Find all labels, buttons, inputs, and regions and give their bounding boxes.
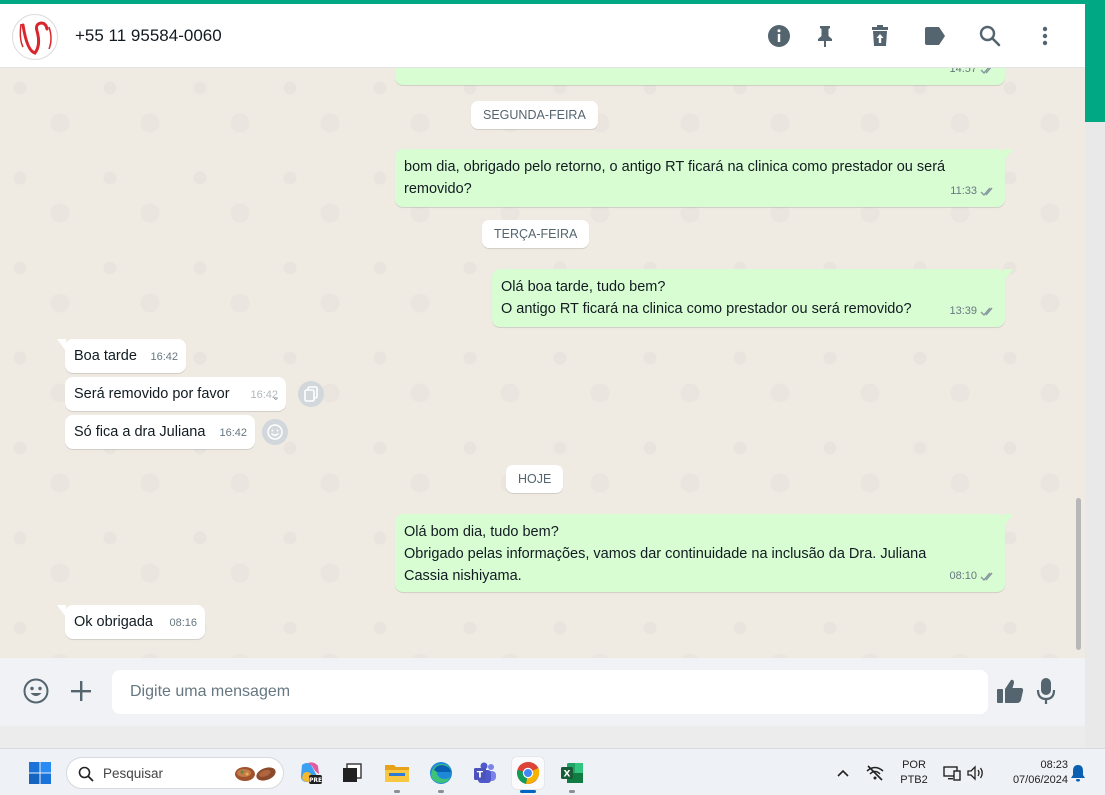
contact-avatar[interactable] xyxy=(12,14,58,60)
message-time: 08:16 xyxy=(169,617,197,629)
message-bubble[interactable]: Ok obrigada 08:16 xyxy=(57,605,205,639)
more-vert-icon[interactable] xyxy=(1031,22,1059,50)
svg-text:PRE: PRE xyxy=(309,777,322,784)
volume-icon[interactable] xyxy=(962,757,990,789)
message-bubble[interactable]: Boa tarde 16:42 xyxy=(57,339,186,373)
message-time: 16:42 xyxy=(150,351,178,363)
search-icon xyxy=(78,766,94,782)
windows-start-icon[interactable] xyxy=(24,757,56,789)
search-icon[interactable] xyxy=(976,22,1004,50)
chat-scrollbar[interactable] xyxy=(1076,498,1081,650)
message-input[interactable] xyxy=(112,670,988,714)
taskbar-search[interactable]: Pesquisar xyxy=(66,757,284,789)
day-separator: SEGUNDA-FEIRA xyxy=(471,101,598,129)
read-ticks-icon xyxy=(980,187,993,196)
notification-bell-icon[interactable] xyxy=(1066,757,1090,789)
message-text: Será removido por favor xyxy=(74,386,230,402)
message-bubble[interactable]: Olá bom dia, tudo bem? Obrigado pelas in… xyxy=(395,514,1013,592)
chat-messages-area[interactable]: 14:57 SEGUNDA-FEIRA bom dia, obrigado pe… xyxy=(0,68,1085,658)
mic-icon[interactable] xyxy=(1031,676,1061,706)
message-time: 16:42 xyxy=(219,427,247,439)
window-right-accent xyxy=(1085,4,1105,122)
read-ticks-icon xyxy=(980,307,993,316)
plus-icon[interactable] xyxy=(66,676,96,706)
window-right-edge xyxy=(1085,122,1105,748)
whatsapp-window: +55 11 95584-0060 14:57 SEGUNDA-FEIRA bo… xyxy=(0,4,1085,726)
search-placeholder: Pesquisar xyxy=(103,766,164,781)
message-composer xyxy=(0,658,1085,726)
message-text: Olá bom dia, tudo bem? Obrigado pelas in… xyxy=(404,524,927,584)
excel-icon[interactable]: X xyxy=(556,757,588,793)
message-bubble-partial[interactable]: 14:57 xyxy=(395,68,1005,85)
teams-icon[interactable]: T xyxy=(469,757,501,789)
day-separator: HOJE xyxy=(506,465,564,493)
message-bubble[interactable]: Será removido por favor 16:42 ⌄ xyxy=(65,377,286,411)
input-language-indicator[interactable]: POR PTB2 xyxy=(898,758,930,788)
message-text: Ok obrigada xyxy=(74,614,153,630)
label-icon[interactable] xyxy=(921,22,949,50)
message-bubble[interactable]: bom dia, obrigado pelo retorno, o antigo… xyxy=(395,149,1013,207)
search-highlight-icon xyxy=(235,767,276,781)
clinic-logo-icon xyxy=(19,21,52,55)
chat-header: +55 11 95584-0060 xyxy=(0,4,1085,68)
read-ticks-icon xyxy=(980,572,993,581)
info-icon[interactable] xyxy=(765,22,793,50)
show-hidden-icons[interactable] xyxy=(828,757,858,789)
chrome-icon[interactable] xyxy=(512,757,544,793)
svg-text:T: T xyxy=(477,771,484,781)
message-text: bom dia, obrigado pelo retorno, o antigo… xyxy=(404,159,946,197)
message-time: 11:33 xyxy=(950,180,996,202)
svg-text:X: X xyxy=(564,770,571,780)
task-view-icon[interactable] xyxy=(336,757,368,789)
message-text: Olá boa tarde, tudo bem? O antigo RT fic… xyxy=(501,279,912,317)
message-time: 08:10 xyxy=(949,565,996,587)
edge-icon[interactable] xyxy=(425,757,457,793)
day-separator: TERÇA-FEIRA xyxy=(482,220,590,248)
message-text: Boa tarde xyxy=(74,348,137,364)
thumbs-up-icon[interactable] xyxy=(995,676,1025,706)
trash-icon[interactable] xyxy=(866,22,894,50)
message-bubble[interactable]: Olá boa tarde, tudo bem? O antigo RT fic… xyxy=(492,269,1013,327)
file-explorer-icon[interactable] xyxy=(381,757,413,793)
message-time: 14:57 xyxy=(949,68,996,80)
react-emoji-icon[interactable] xyxy=(262,419,288,445)
message-text: Só fica a dra Juliana xyxy=(74,424,206,440)
network-disconnected-icon[interactable] xyxy=(860,757,890,789)
read-ticks-icon xyxy=(980,68,991,74)
contact-name[interactable]: +55 11 95584-0060 xyxy=(75,26,222,46)
windows-taskbar: Pesquisar PRE T X POR PTB2 08:23 07/06/2… xyxy=(0,748,1105,795)
message-time: 13:39 xyxy=(949,300,996,322)
taskbar-clock[interactable]: 08:23 07/06/2024 xyxy=(998,758,1068,788)
copilot-icon[interactable]: PRE xyxy=(294,757,326,789)
message-bubble[interactable]: Só fica a dra Juliana 16:42 xyxy=(65,415,255,449)
pin-icon[interactable] xyxy=(811,22,839,50)
emoji-icon[interactable] xyxy=(21,676,51,706)
chevron-down-icon[interactable]: ⌄ xyxy=(272,387,280,409)
copy-icon[interactable] xyxy=(298,381,324,407)
